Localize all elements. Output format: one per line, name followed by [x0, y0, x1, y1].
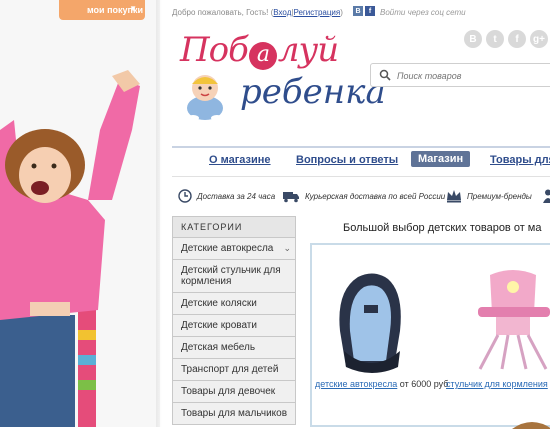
main-nav: О магазине Вопросы и ответы Магазин Това… — [172, 146, 550, 177]
category-item[interactable]: Товары для мальчиков — [172, 403, 296, 425]
register-link[interactable]: Регистрация — [293, 8, 340, 17]
facebook-round-icon[interactable]: f — [508, 30, 526, 48]
nav-shop[interactable]: Магазин — [411, 151, 471, 167]
category-item[interactable]: Транспорт для детей — [172, 359, 296, 381]
high-chair-image[interactable] — [468, 265, 550, 375]
content-shadow — [156, 0, 162, 427]
vk-round-icon[interactable]: B — [464, 30, 482, 48]
welcome-text: Добро пожаловать, Гость! (Вход|Регистрац… — [172, 8, 343, 17]
nav-faq[interactable]: Вопросы и ответы — [296, 154, 398, 166]
search-input[interactable] — [395, 67, 549, 85]
category-item[interactable]: Товары для девочек — [172, 381, 296, 403]
categories-header: КАТЕГОРИИ — [172, 216, 296, 238]
vk-icon[interactable]: В — [353, 6, 363, 16]
chevron-down-icon[interactable]: ⌄ — [283, 243, 291, 254]
product-caption: детские автокресла от 6000 руб — [315, 379, 448, 389]
search-box — [370, 63, 550, 87]
logo-baby-icon — [187, 75, 223, 121]
nav-products[interactable]: Товары для — [490, 154, 550, 166]
category-item[interactable]: Детская мебель — [172, 337, 296, 359]
facebook-icon[interactable]: f — [365, 6, 375, 16]
googleplus-icon[interactable]: g+ — [530, 30, 548, 48]
clock-icon — [178, 189, 192, 203]
my-purchases-button[interactable]: мои покупки ▼ — [59, 0, 145, 20]
category-item[interactable]: Детские коляски — [172, 293, 296, 315]
feature-item — [542, 189, 550, 203]
search-icon[interactable] — [379, 69, 391, 81]
features-bar: Доставка за 24 часа Курьерская доставка … — [176, 186, 550, 206]
dropdown-arrow-icon: ▼ — [129, 4, 137, 13]
promo-title: Большой выбор детских товаров от ма — [343, 222, 542, 234]
feature-item: Доставка за 24 часа — [178, 189, 275, 203]
person-icon — [543, 189, 550, 203]
logo-circle-letter: а — [248, 42, 277, 70]
left-banner — [0, 0, 160, 427]
twitter-icon[interactable]: t — [486, 30, 504, 48]
social-share-icons: B t f g+ — [464, 30, 548, 48]
truck-icon — [283, 192, 299, 203]
category-item[interactable]: Детский стульчик для кормления — [172, 260, 296, 293]
feature-item: Курьерская доставка по всей России — [282, 189, 445, 203]
category-item[interactable]: Детские автокресла ⌄ — [172, 238, 296, 260]
categories-list: Детские автокресла ⌄ Детский стульчик для… — [172, 238, 296, 425]
feature-item: Премиум-бренды — [446, 189, 532, 203]
nav-about[interactable]: О магазине — [209, 154, 271, 166]
logo-text-top[interactable]: Поб а луй — [180, 30, 339, 70]
girl-image — [0, 70, 140, 427]
product-showcase: детские автокресла от 6000 руб стульчик … — [310, 243, 550, 429]
logo-text-bottom[interactable]: ребенка — [240, 72, 386, 112]
product-price: от 6000 руб — [399, 379, 449, 389]
crown-icon — [447, 190, 461, 203]
social-login-icons: В f — [353, 6, 375, 16]
product-caption: стульчик для кормления — [446, 379, 548, 389]
login-link[interactable]: Вход — [273, 8, 291, 17]
product-link[interactable]: стульчик для кормления — [446, 379, 548, 389]
car-seat-image[interactable] — [324, 271, 420, 375]
category-item[interactable]: Детские кровати — [172, 315, 296, 337]
social-login-text: Войти через соц сети — [380, 8, 466, 17]
product-link[interactable]: детские автокресла — [315, 379, 397, 389]
